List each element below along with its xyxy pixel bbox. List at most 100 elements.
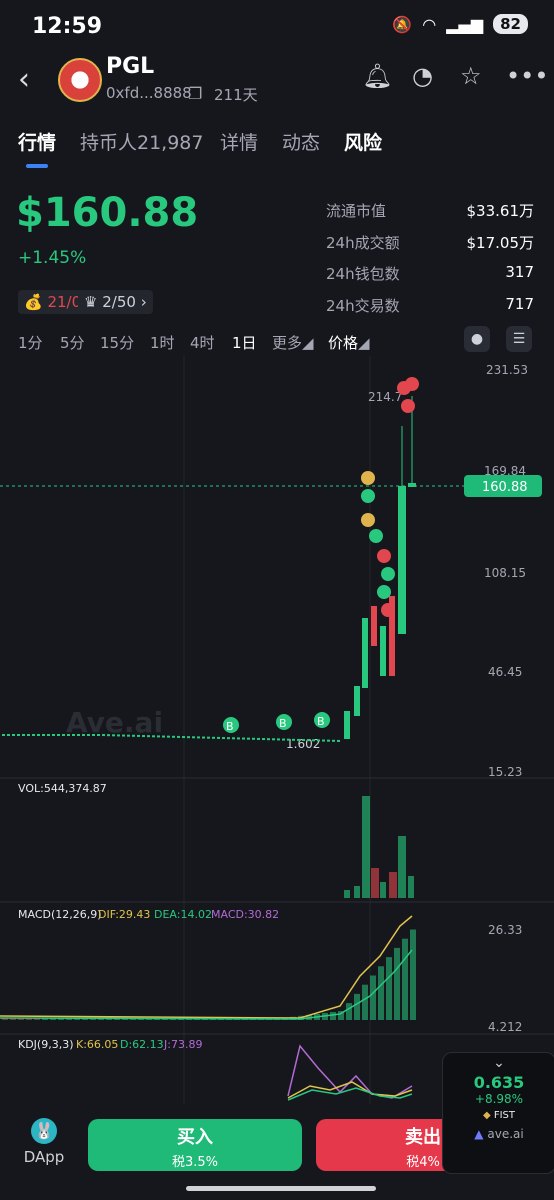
widget-brand-row: ▲ ave.ai bbox=[443, 1127, 554, 1141]
back-icon[interactable]: ‹ bbox=[18, 62, 30, 97]
buy-marker-label: B bbox=[226, 720, 234, 733]
candle bbox=[277, 738, 280, 741]
stat-value: $17.05万 bbox=[466, 234, 535, 252]
battery-indicator: 82 bbox=[493, 14, 528, 34]
indicator-icon[interactable]: ● bbox=[464, 326, 490, 352]
candle bbox=[17, 734, 20, 736]
trade-marker[interactable] bbox=[381, 567, 395, 581]
timeframe-15m[interactable]: 15分 bbox=[100, 332, 134, 353]
tab-activity[interactable]: 动态 bbox=[282, 128, 320, 155]
candle bbox=[222, 737, 225, 740]
candle bbox=[317, 739, 320, 742]
candle bbox=[72, 734, 75, 736]
candle bbox=[192, 736, 195, 739]
current-price: $160.88 bbox=[16, 190, 199, 236]
candle bbox=[177, 735, 180, 738]
trade-marker[interactable] bbox=[381, 603, 395, 617]
timeframe-more[interactable]: 更多◢ bbox=[272, 332, 314, 353]
candle bbox=[337, 739, 340, 742]
candle bbox=[2, 734, 5, 736]
y-tick-label: 108.15 bbox=[484, 566, 526, 580]
buy-tax: 税3.5% bbox=[171, 1155, 219, 1170]
macd-y-bottom: 4.212 bbox=[488, 1020, 522, 1034]
timeframe-1d[interactable]: 1日 bbox=[232, 332, 257, 353]
gauge-icon[interactable]: ◔ bbox=[412, 62, 433, 90]
stat-label: 24h交易数 bbox=[326, 297, 400, 315]
trade-marker[interactable] bbox=[361, 489, 375, 503]
candle bbox=[292, 738, 295, 741]
stat-value: 317 bbox=[505, 263, 534, 281]
price-chart[interactable]: Ave.ai 231.53 169.84 108.15 46.45 15.23 … bbox=[0, 356, 554, 1104]
trade-marker[interactable] bbox=[361, 513, 375, 527]
candle bbox=[122, 734, 125, 737]
candle bbox=[107, 734, 110, 737]
macd-bar bbox=[362, 984, 368, 1020]
top-bar: ‹ PGL 0xfd...8888 ❐ 211天 🔔︎ ◔ ☆ ••• bbox=[0, 52, 554, 108]
stat-value: $33.61万 bbox=[466, 202, 535, 220]
token-address[interactable]: 0xfd...8888 bbox=[106, 84, 192, 102]
buy-marker-label: B bbox=[317, 715, 325, 728]
badge-crown[interactable]: ♛ 2/50 › bbox=[78, 290, 153, 314]
floating-price-widget[interactable]: ⌄ 0.635 +8.98% ◆ FIST ▲ ave.ai bbox=[442, 1052, 554, 1174]
tab-holders[interactable]: 持币人21,987 bbox=[80, 128, 203, 155]
candle bbox=[262, 738, 265, 741]
candle bbox=[297, 738, 300, 741]
candle bbox=[232, 737, 235, 740]
caret-icon: ◢ bbox=[358, 334, 370, 352]
timeframe-more-label: 更多 bbox=[272, 334, 303, 352]
trade-marker[interactable] bbox=[405, 377, 419, 391]
candle bbox=[12, 734, 15, 736]
kdj-d: D:62.13 bbox=[120, 1038, 164, 1051]
candle bbox=[157, 735, 160, 738]
volume-bar bbox=[389, 872, 397, 898]
candle bbox=[172, 735, 175, 738]
tab-risk[interactable]: 风险 bbox=[344, 128, 382, 155]
caret-icon: ◢ bbox=[302, 334, 314, 352]
kdj-j: J:73.89 bbox=[163, 1038, 202, 1051]
candle bbox=[217, 736, 220, 739]
macd-value: MACD:30.82 bbox=[211, 908, 279, 921]
copy-icon[interactable]: ❐ bbox=[188, 84, 202, 103]
volume-bar bbox=[380, 882, 386, 898]
ave-logo-icon: ▲ bbox=[474, 1127, 484, 1141]
home-indicator bbox=[186, 1186, 376, 1191]
chevron-down-icon[interactable]: ⌄ bbox=[443, 1055, 554, 1071]
volume-bars bbox=[344, 796, 414, 898]
bell-icon[interactable]: 🔔︎ bbox=[362, 62, 392, 90]
candle bbox=[287, 738, 290, 741]
stat-label: 流通市值 bbox=[326, 202, 387, 220]
trade-marker[interactable] bbox=[361, 471, 375, 485]
trade-marker[interactable] bbox=[401, 399, 415, 413]
candle bbox=[87, 734, 90, 736]
timeframe-4h[interactable]: 4时 bbox=[190, 332, 215, 353]
timeframe-1m[interactable]: 1分 bbox=[18, 332, 43, 353]
macd-bar bbox=[410, 929, 416, 1020]
badge-bags[interactable]: 💰 21/0 bbox=[18, 290, 88, 314]
timeframe-5m[interactable]: 5分 bbox=[60, 332, 85, 353]
high-label: 214.7 bbox=[368, 390, 402, 404]
candle bbox=[371, 606, 377, 646]
candle bbox=[267, 738, 270, 741]
kdj-d-line bbox=[287, 1087, 413, 1101]
price-mode-select[interactable]: 价格◢ bbox=[328, 332, 370, 353]
tab-market[interactable]: 行情 bbox=[18, 128, 56, 155]
macd-panel-title: MACD(12,26,9) bbox=[18, 908, 102, 921]
trade-marker[interactable] bbox=[377, 585, 391, 599]
macd-y-top: 26.33 bbox=[488, 923, 522, 937]
trade-marker[interactable] bbox=[377, 549, 391, 563]
macd-bar bbox=[370, 975, 376, 1020]
candle bbox=[57, 734, 60, 736]
trade-marker[interactable] bbox=[369, 529, 383, 543]
more-icon[interactable]: ••• bbox=[506, 62, 548, 90]
chart-settings-icon[interactable]: ☰ bbox=[506, 326, 532, 352]
buy-button[interactable]: 买入 税3.5% bbox=[88, 1119, 302, 1171]
widget-symbol: FIST bbox=[493, 1110, 516, 1121]
candle bbox=[187, 736, 190, 739]
token-logo bbox=[58, 58, 102, 102]
star-icon[interactable]: ☆ bbox=[460, 62, 482, 90]
candle bbox=[354, 686, 360, 716]
candle bbox=[102, 734, 105, 737]
tab-details[interactable]: 详情 bbox=[220, 128, 258, 155]
timeframe-1h[interactable]: 1时 bbox=[150, 332, 175, 353]
dapp-button[interactable]: 🐰 DApp bbox=[22, 1118, 66, 1166]
